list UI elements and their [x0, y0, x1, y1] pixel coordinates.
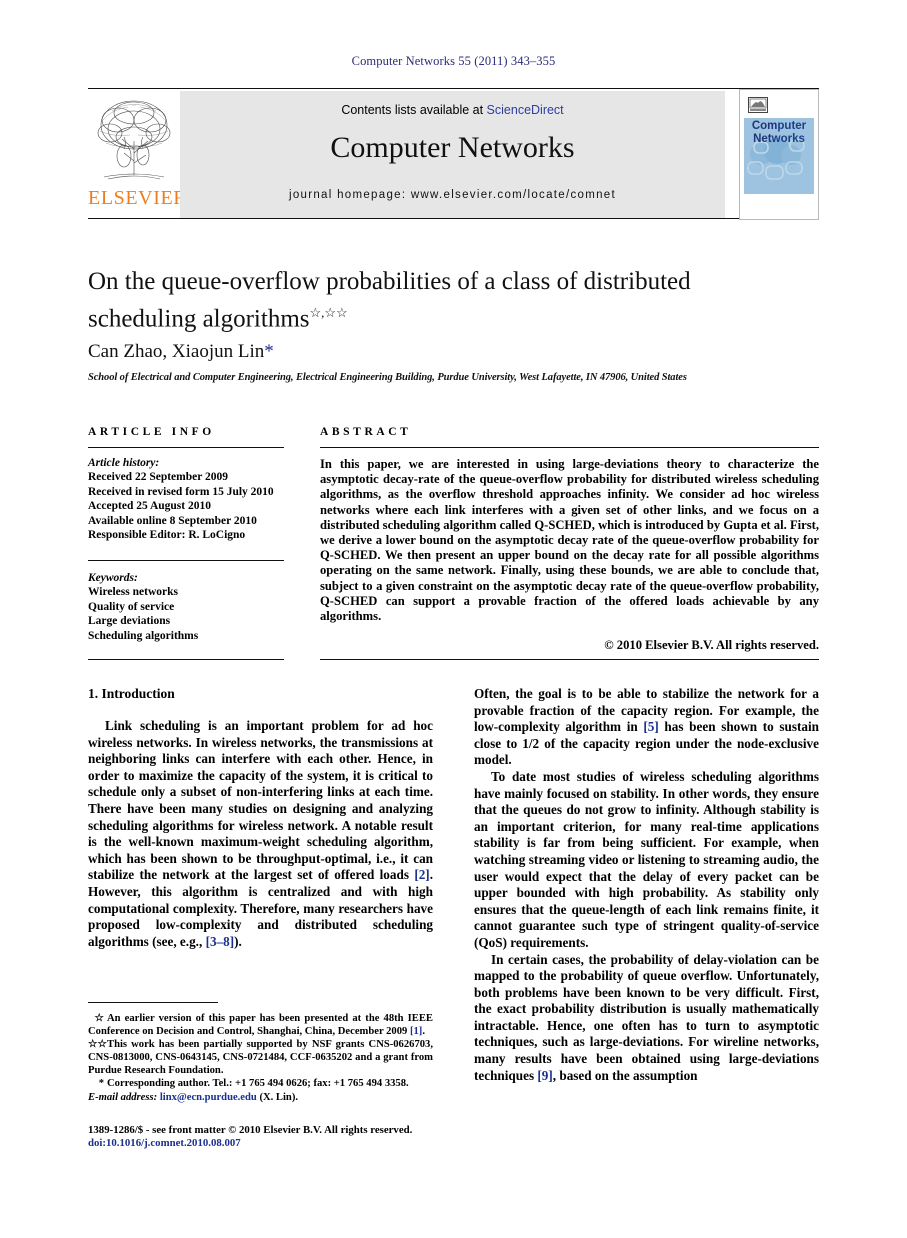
- cover-artwork: Computer Networks: [744, 118, 814, 194]
- footnote-item: E-mail address: linx@ecn.purdue.edu (X. …: [88, 1091, 433, 1104]
- article-history-item: Available online 8 September 2010: [88, 514, 257, 527]
- footnote-item: ☆ An earlier version of this paper has be…: [88, 1012, 433, 1038]
- section-heading-introduction: 1. Introduction: [88, 686, 175, 701]
- text-run: Link scheduling is an important problem …: [88, 718, 433, 883]
- footnote-marker: ☆: [94, 1013, 105, 1024]
- footnote-item: * Corresponding author. Tel.: +1 765 494 …: [88, 1077, 433, 1090]
- sciencedirect-link[interactable]: ScienceDirect: [487, 103, 564, 117]
- cover-inner: Computer Networks: [744, 94, 814, 215]
- article-info-rule-top: [88, 447, 284, 448]
- article-history-item: Received 22 September 2009: [88, 471, 228, 484]
- article-info-heading: ARTICLE INFO: [88, 426, 215, 438]
- elsevier-wordmark: ELSEVIER: [88, 187, 188, 209]
- citation-link[interactable]: [5]: [643, 719, 658, 734]
- email-link[interactable]: linx@ecn.purdue.edu: [160, 1092, 257, 1103]
- cover-stamp-svg: [749, 98, 767, 111]
- abstract-rule-bottom: [320, 659, 819, 660]
- citation-link[interactable]: [2]: [414, 867, 429, 882]
- text-run: In certain cases, the probability of del…: [474, 951, 819, 1083]
- cover-title-line2: Networks: [753, 132, 805, 145]
- journal-homepage[interactable]: journal homepage: www.elsevier.com/locat…: [180, 189, 725, 201]
- author-names: Can Zhao, Xiaojun Lin: [88, 341, 265, 362]
- cover-title-line1: Computer: [751, 120, 807, 132]
- text-run: E-mail address:: [88, 1091, 160, 1103]
- keywords-list: Wireless networks Quality of service Large…: [88, 585, 293, 643]
- text-run: Corresponding author. Tel.: +1 765 494 0…: [107, 1078, 409, 1090]
- elsevier-tree-icon: [94, 93, 174, 187]
- journal-masthead: ELSEVIER Contents lists available at Sci…: [88, 88, 819, 220]
- article-history-item: Accepted 25 August 2010: [88, 500, 211, 513]
- paper-title-text: On the queue-overflow probabilities of a…: [88, 268, 691, 333]
- text-run: , based on the assumption: [552, 1067, 698, 1083]
- footnote-separator: [88, 1002, 218, 1003]
- running-head: Computer Networks 55 (2011) 343–355: [351, 54, 556, 68]
- abstract-copyright: © 2010 Elsevier B.V. All rights reserved…: [604, 638, 819, 652]
- doi-value: 10.1016/j.comnet.2010.08.007: [106, 1137, 241, 1150]
- article-history-list: Received 22 September 2009 Received in re…: [88, 470, 293, 542]
- body-column-left: Link scheduling is an important problem …: [88, 718, 433, 950]
- article-info-rule-bottom: [88, 659, 284, 660]
- article-history: Article history: Received 22 September 2…: [88, 456, 293, 542]
- contents-prefix: Contents lists available at: [341, 103, 487, 117]
- page-title: On the queue-overflow probabilities of a…: [88, 266, 788, 334]
- corresponding-author-mark[interactable]: *: [264, 341, 274, 362]
- masthead-band: Contents lists available at ScienceDirec…: [180, 91, 725, 218]
- issn-copyright-line: 1389-1286/$ - see front matter © 2010 El…: [88, 1124, 413, 1136]
- text-run: ).: [234, 933, 242, 949]
- author-list: Can Zhao, Xiaojun Lin*: [88, 341, 788, 363]
- cover-publisher-stamp-icon: [748, 97, 768, 113]
- abstract-text: In this paper, we are interested in usin…: [320, 457, 819, 624]
- affiliation: School of Electrical and Computer Engine…: [88, 372, 687, 383]
- article-history-heading: Article history:: [88, 457, 160, 469]
- text-run: This work has been partially supported b…: [88, 1039, 433, 1077]
- body-paragraph: To date most studies of wireless schedul…: [474, 769, 819, 952]
- imprint-block: 1389-1286/$ - see front matter © 2010 El…: [88, 1124, 448, 1151]
- footnote-block: ☆ An earlier version of this paper has be…: [88, 1012, 433, 1104]
- journal-title: Computer Networks: [330, 131, 575, 164]
- title-footnote-marks: ☆,☆☆: [309, 305, 348, 320]
- keyword-item: Wireless networks: [88, 586, 178, 599]
- contents-available-line: Contents lists available at ScienceDirec…: [180, 103, 725, 117]
- citation-link[interactable]: [3–8]: [206, 934, 235, 949]
- footnote-marker: ☆☆: [88, 1039, 107, 1051]
- doi-prefix: doi:: [88, 1137, 106, 1150]
- keywords-rule: [88, 560, 284, 561]
- body-column-right: Often, the goal is to be able to stabili…: [474, 686, 819, 1084]
- abstract-heading: ABSTRACT: [320, 426, 412, 438]
- keyword-item: Large deviations: [88, 615, 171, 628]
- cover-title-text: Computer Networks: [744, 120, 814, 145]
- article-history-item: Responsible Editor: R. LoCigno: [88, 529, 246, 542]
- elsevier-tree-svg: [97, 100, 171, 180]
- journal-cover-thumbnail: Computer Networks: [739, 89, 819, 220]
- elsevier-logo: ELSEVIER: [88, 91, 188, 218]
- keyword-item: Scheduling algorithms: [88, 629, 199, 642]
- citation-link[interactable]: [9]: [537, 1068, 552, 1083]
- keyword-item: Quality of service: [88, 600, 175, 613]
- article-history-item: Received in revised form 15 July 2010: [88, 485, 274, 498]
- doi-line[interactable]: doi:10.1016/j.comnet.2010.08.007: [88, 1137, 448, 1150]
- journal-article-page: Computer Networks 55 (2011) 343–355 ELSE…: [0, 0, 907, 1238]
- footnote-marker: *: [98, 1078, 104, 1090]
- citation-link[interactable]: [1]: [410, 1026, 422, 1037]
- body-paragraph: In certain cases, the probability of del…: [474, 952, 819, 1085]
- text-run: An earlier version of this paper has bee…: [88, 1013, 433, 1038]
- body-paragraph: Link scheduling is an important problem …: [88, 718, 433, 950]
- text-run: .: [422, 1026, 425, 1038]
- text-run: (X. Lin).: [256, 1091, 298, 1103]
- text-run: To date most studies of wireless schedul…: [474, 768, 819, 950]
- footnote-item: ☆☆This work has been partially supported…: [88, 1038, 433, 1077]
- keywords-block: Keywords: Wireless networks Quality of se…: [88, 571, 293, 643]
- abstract-rule-top: [320, 447, 819, 448]
- body-paragraph: Often, the goal is to be able to stabili…: [474, 686, 819, 769]
- keywords-heading: Keywords:: [88, 572, 138, 584]
